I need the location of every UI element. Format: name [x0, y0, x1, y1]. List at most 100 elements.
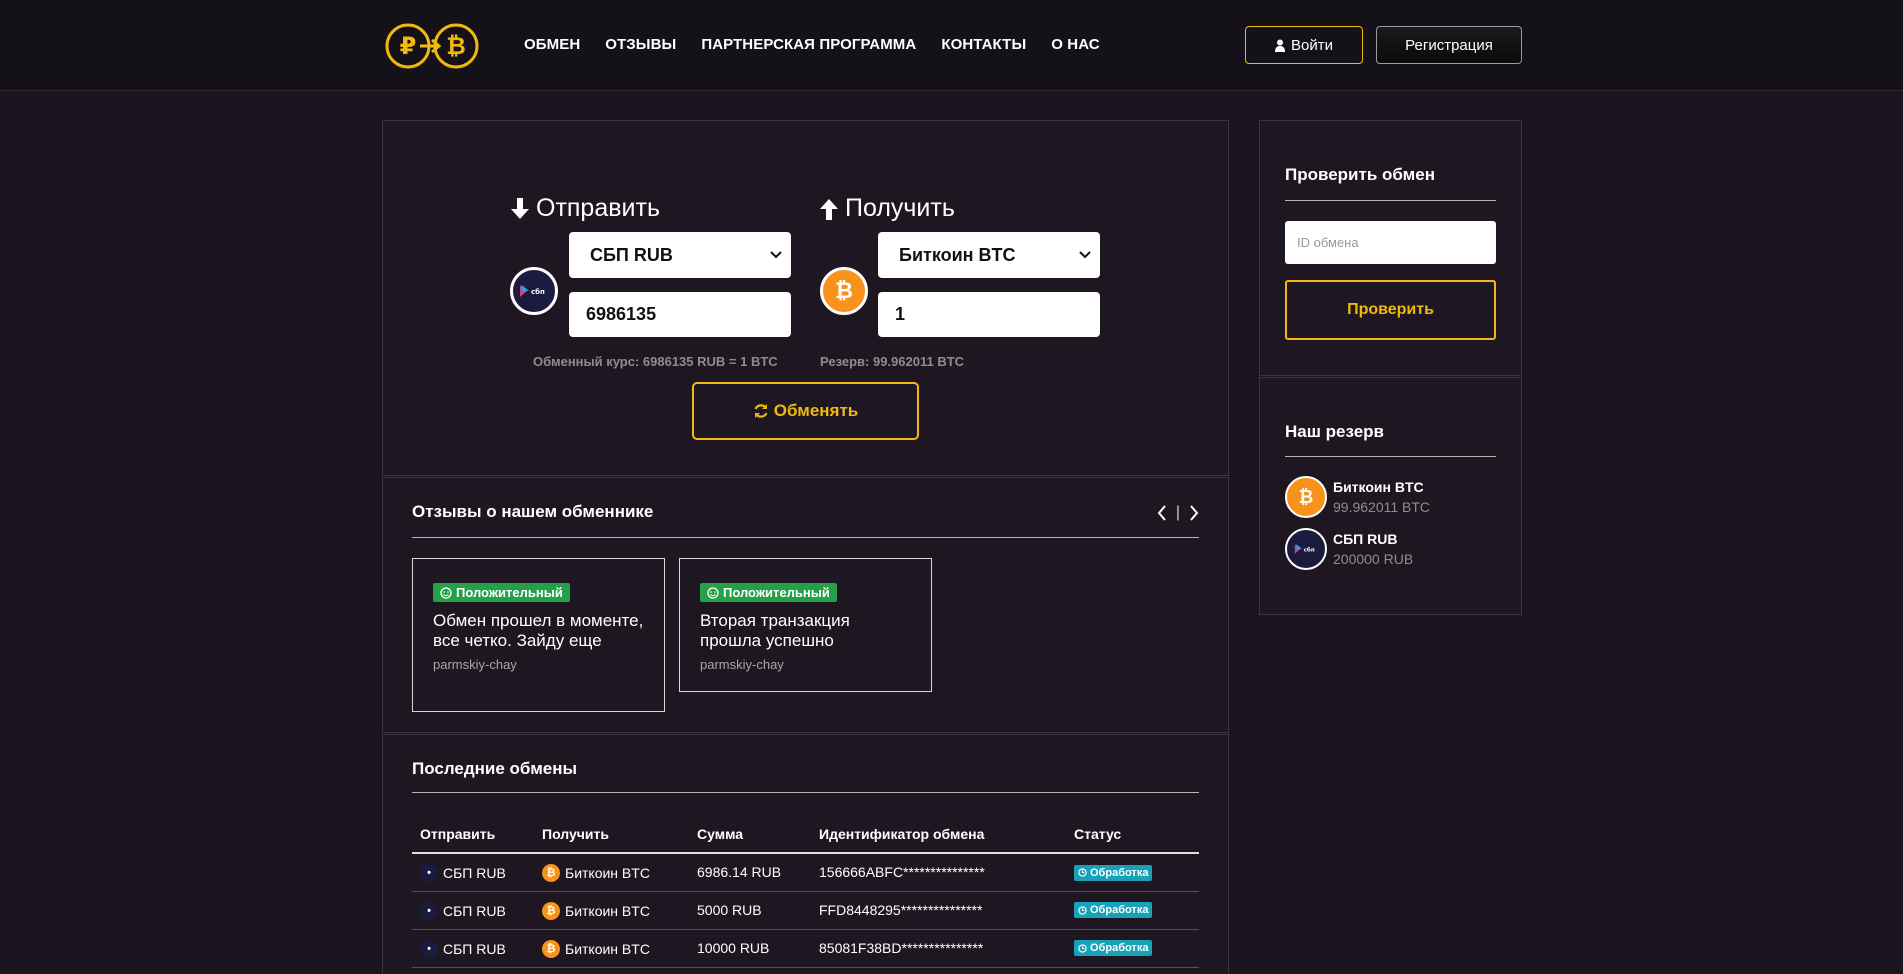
recent-exchanges-panel: Последние обмены Отправить Получить Сумм… — [382, 734, 1229, 974]
smile-icon — [707, 586, 719, 599]
review-card: Положительный Обмен прошел в моменте, вс… — [412, 558, 665, 712]
carousel-divider: | — [1175, 504, 1180, 521]
column-header: Сумма — [689, 823, 811, 854]
svg-text:₿: ₿ — [446, 32, 466, 60]
chevron-right-icon[interactable] — [1188, 505, 1200, 521]
sbp-coin-icon: сбп — [1285, 528, 1327, 570]
column-header: Отправить — [412, 823, 534, 854]
amount-cell: 5000 RUB — [689, 891, 811, 930]
positive-badge: Положительный — [433, 583, 570, 602]
receive-cell: Биткоин BTC — [565, 864, 650, 881]
chevron-left-icon[interactable] — [1156, 505, 1168, 521]
arrow-down-icon — [511, 197, 529, 219]
nav-about[interactable]: О НАС — [1051, 36, 1099, 53]
nav-partner-program[interactable]: ПАРТНЕРСКАЯ ПРОГРАММА — [701, 36, 916, 53]
check-title: Проверить обмен — [1285, 165, 1435, 184]
btc-icon: ₿ — [542, 939, 560, 958]
reviews-title: Отзывы о нашем обменнике — [412, 502, 654, 521]
refresh-icon — [754, 404, 768, 418]
exchange-button-label: Обменять — [773, 401, 859, 420]
table-header-row: Отправить Получить Сумма Идентификатор о… — [412, 823, 1199, 854]
smile-icon — [440, 586, 452, 599]
reviews-divider — [412, 537, 1199, 538]
reserve-title: Наш резерв — [1285, 422, 1384, 441]
reserve-value: 200000 RUB — [1333, 551, 1414, 567]
column-header: Статус — [1066, 823, 1199, 854]
arrow-up-icon — [820, 198, 838, 220]
sbp-icon: • — [420, 863, 438, 882]
column-header: Получить — [534, 823, 689, 854]
main-nav: ОБМЕН ОТЗЫВЫ ПАРТНЕРСКАЯ ПРОГРАММА КОНТА… — [524, 36, 1100, 53]
receive-title: Получить — [819, 194, 955, 223]
status-badge: Обработка — [1074, 902, 1153, 919]
user-icon — [1275, 39, 1285, 52]
nav-reviews[interactable]: ОТЗЫВЫ — [605, 36, 676, 53]
rate-note: Обменный курс: 6986135 RUB = 1 BTC — [533, 354, 778, 369]
reserve-item: сбп СБП RUB 200000 RUB — [1285, 528, 1413, 570]
recent-title: Последние обмены — [412, 759, 578, 778]
send-cell: СБП RUB — [443, 940, 506, 957]
login-button[interactable]: Войти — [1245, 26, 1363, 64]
receive-cell: Биткоин BTC — [565, 940, 650, 957]
badge-label: Положительный — [456, 585, 563, 600]
receive-amount-input[interactable]: 1 — [878, 292, 1100, 337]
table-row: • СБП RUB ₿ Биткоин BTC 5000 RUB FFD844829… — [412, 891, 1199, 930]
review-text: Вторая транзакция прошла успешно — [700, 610, 850, 650]
reserve-name: Биткоин BTC — [1333, 479, 1424, 495]
id-cell: 156666ABFC*************** — [811, 853, 1066, 892]
receive-column: Получить — [819, 194, 955, 223]
send-title: Отправить — [510, 194, 660, 223]
send-currency-select[interactable]: СБП RUB — [569, 232, 791, 278]
reserve-divider — [1285, 456, 1496, 457]
sbp-icon: • — [420, 939, 438, 958]
login-label: Войти — [1291, 36, 1333, 54]
id-cell: FFD8448295*************** — [811, 891, 1066, 930]
clock-icon — [1078, 906, 1087, 915]
register-button[interactable]: Регистрация — [1376, 26, 1522, 64]
svg-text:сбп: сбп — [531, 288, 545, 296]
review-author: parmskiy-chay — [433, 656, 517, 672]
receive-currency-select[interactable]: Биткоин BTC — [878, 232, 1100, 278]
receive-currency-value: Биткоин BTC — [899, 244, 1016, 265]
receive-cell: Биткоин BTC — [565, 902, 650, 919]
send-amount-input[interactable]: 6986135 — [569, 292, 791, 337]
column-header: Идентификатор обмена — [811, 823, 1066, 854]
sbp-icon: • — [420, 901, 438, 920]
receive-title-label: Получить — [845, 194, 955, 222]
table-row: • СБП RUB ₿ Биткоин BTC 6986.14 RUB 156666… — [412, 853, 1199, 892]
exchange-button[interactable]: Обменять — [692, 382, 919, 440]
positive-badge: Положительный — [700, 583, 837, 602]
review-card: Положительный Вторая транзакция прошла у… — [679, 558, 932, 692]
check-exchange-panel: Проверить обмен ID обмена Проверить — [1259, 120, 1522, 376]
send-currency-value: СБП RUB — [590, 244, 673, 265]
status-badge: Обработка — [1074, 864, 1153, 881]
logo-icon[interactable]: ₽ ₿ — [384, 20, 480, 72]
chevron-down-icon — [770, 251, 782, 259]
reserve-note: Резерв: 99.962011 BTC — [820, 354, 965, 369]
badge-label: Положительный — [723, 585, 830, 600]
svg-text:сбп: сбп — [1304, 546, 1315, 553]
status-label: Обработка — [1090, 942, 1149, 955]
sbp-coin-icon: сбп — [510, 267, 558, 315]
exchange-id-input[interactable]: ID обмена — [1285, 221, 1496, 264]
nav-exchange[interactable]: ОБМЕН — [524, 36, 580, 53]
chevron-down-icon — [1079, 251, 1091, 259]
exchange-panel: Отправить сбп СБП RUB 6986135 Обменный к… — [382, 120, 1229, 476]
reviews-panel: Отзывы о нашем обменнике | Положительный… — [382, 477, 1229, 733]
site-header: ₽ ₿ ОБМЕН ОТЗЫВЫ ПАРТНЕРСКАЯ ПРОГРАММА К… — [0, 0, 1903, 91]
check-button[interactable]: Проверить — [1285, 280, 1496, 340]
amount-cell: 6986.14 RUB — [689, 853, 811, 892]
send-column: Отправить — [510, 194, 660, 223]
reviews-carousel-controls: | — [1156, 504, 1200, 522]
id-cell: 85081F38BD*************** — [811, 929, 1066, 968]
btc-icon: ₿ — [542, 863, 560, 882]
nav-contacts[interactable]: КОНТАКТЫ — [941, 36, 1026, 53]
send-cell: СБП RUB — [443, 902, 506, 919]
status-label: Обработка — [1090, 904, 1149, 917]
amount-cell: 10000 RUB — [689, 929, 811, 968]
clock-icon — [1078, 868, 1087, 877]
status-badge: Обработка — [1074, 940, 1153, 957]
svg-text:₽: ₽ — [400, 32, 417, 60]
clock-icon — [1078, 944, 1087, 953]
recent-exchanges-table: Отправить Получить Сумма Идентификатор о… — [412, 823, 1199, 968]
